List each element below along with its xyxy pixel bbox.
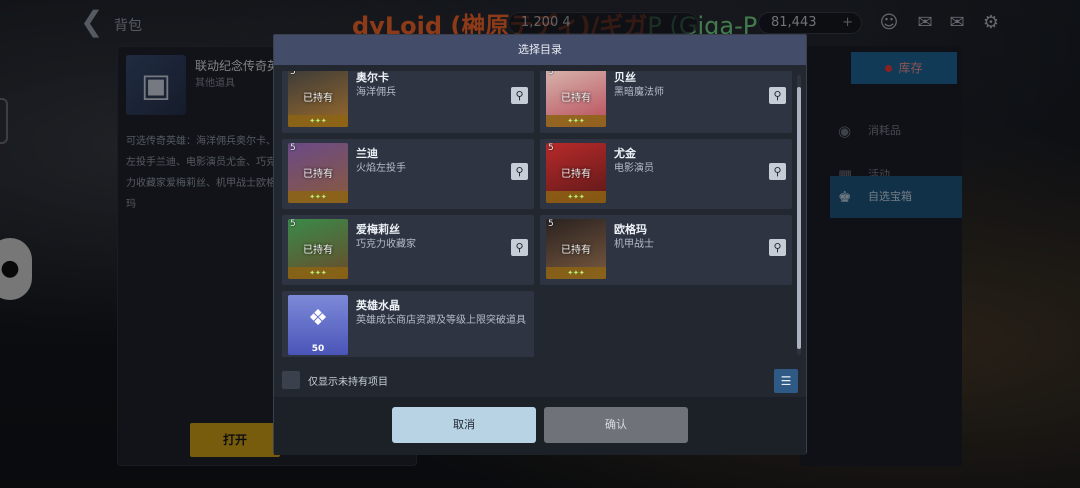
star-rating: ✦✦✦ — [288, 267, 348, 279]
magnifier-icon[interactable]: ⚲ — [769, 163, 786, 180]
star-rating: ✦✦✦ — [288, 115, 348, 127]
hero-option-list[interactable]: 5 已持有 ✦✦✦ 奥尔卡海洋佣兵 ⚲ 5 已持有 ✦✦✦ 贝丝黑暗魔法师 ⚲ 5 已持有 ✦✦✦ 兰迪火… — [282, 71, 792, 357]
crystal-description: 英雄成长商店资源及等级上限突破道具 — [356, 315, 526, 326]
star-level: 5 — [548, 71, 554, 77]
hero-portrait: 5 已持有 ✦✦✦ — [546, 143, 606, 203]
hero-portrait: 5 已持有 ✦✦✦ — [546, 71, 606, 127]
magnifier-icon[interactable]: ⚲ — [769, 239, 786, 256]
crystal-thumbnail: ❖ 50 — [288, 295, 348, 355]
dialog-title: 选择目录 — [274, 35, 806, 65]
select-dialog: 选择目录 5 已持有 ✦✦✦ 奥尔卡海洋佣兵 ⚲ 5 已持有 ✦✦✦ 贝丝黑暗魔法师 ⚲ 5 已持有 ✦… — [273, 34, 807, 455]
hero-option-card[interactable]: 5 已持有 ✦✦✦ 欧格玛机甲战士 ⚲ — [540, 215, 792, 285]
magnifier-icon[interactable]: ⚲ — [511, 163, 528, 180]
hero-title: 机甲战士 — [614, 239, 654, 250]
hero-title: 电影演员 — [614, 163, 654, 174]
hero-option-card[interactable]: 5 已持有 ✦✦✦ 贝丝黑暗魔法师 ⚲ — [540, 71, 792, 133]
hero-name: 爱梅莉丝 — [356, 223, 400, 236]
scrollbar-thumb[interactable] — [797, 87, 801, 349]
dialog-footer: 取消 确认 — [274, 397, 806, 455]
star-level: 5 — [290, 71, 296, 77]
hero-portrait: 5 已持有 ✦✦✦ — [546, 219, 606, 279]
hero-name: 兰迪 — [356, 147, 378, 160]
hero-option-card[interactable]: 5 已持有 ✦✦✦ 奥尔卡海洋佣兵 ⚲ — [282, 71, 534, 133]
hero-option-card[interactable]: 5 已持有 ✦✦✦ 尤金电影演员 ⚲ — [540, 139, 792, 209]
hero-portrait: 5 已持有 ✦✦✦ — [288, 219, 348, 279]
hero-crystal-card[interactable]: ❖ 50 英雄水晶英雄成长商店资源及等级上限突破道具 — [282, 291, 534, 357]
owned-label: 已持有 — [303, 93, 333, 104]
filter-row: 仅显示未持有项目 ☰ — [282, 369, 802, 393]
star-level: 5 — [290, 143, 296, 153]
star-rating: ✦✦✦ — [546, 115, 606, 127]
star-rating: ✦✦✦ — [546, 267, 606, 279]
hero-option-card[interactable]: 5 已持有 ✦✦✦ 爱梅莉丝巧克力收藏家 ⚲ — [282, 215, 534, 285]
star-rating: ✦✦✦ — [288, 191, 348, 203]
unowned-only-checkbox[interactable] — [282, 371, 300, 389]
cancel-button[interactable]: 取消 — [392, 407, 536, 443]
sliders-icon[interactable]: ☰ — [774, 369, 798, 393]
star-level: 5 — [548, 219, 554, 229]
hero-title: 黑暗魔法师 — [614, 87, 664, 98]
star-level: 5 — [548, 143, 554, 153]
list-scrollbar[interactable] — [797, 75, 801, 355]
hero-name: 贝丝 — [614, 71, 636, 84]
owned-label: 已持有 — [561, 245, 591, 256]
crystal-icon: ❖ — [308, 306, 328, 331]
owned-label: 已持有 — [303, 245, 333, 256]
magnifier-icon[interactable]: ⚲ — [511, 239, 528, 256]
star-rating: ✦✦✦ — [546, 191, 606, 203]
hero-name: 奥尔卡 — [356, 71, 389, 84]
owned-label: 已持有 — [561, 93, 591, 104]
hero-portrait: 5 已持有 ✦✦✦ — [288, 71, 348, 127]
crystal-name: 英雄水晶 — [356, 299, 400, 312]
crystal-quantity: 50 — [311, 344, 325, 354]
star-level: 5 — [290, 219, 296, 229]
owned-label: 已持有 — [561, 169, 591, 180]
magnifier-icon[interactable]: ⚲ — [511, 87, 528, 104]
unowned-only-label[interactable]: 仅显示未持有项目 — [308, 373, 388, 388]
hero-title: 巧克力收藏家 — [356, 239, 416, 250]
hero-title: 火焰左投手 — [356, 163, 406, 174]
hero-option-card[interactable]: 5 已持有 ✦✦✦ 兰迪火焰左投手 ⚲ — [282, 139, 534, 209]
hero-name: 欧格玛 — [614, 223, 647, 236]
confirm-button[interactable]: 确认 — [544, 407, 688, 443]
magnifier-icon[interactable]: ⚲ — [769, 87, 786, 104]
hero-name: 尤金 — [614, 147, 636, 160]
owned-label: 已持有 — [303, 169, 333, 180]
hero-portrait: 5 已持有 ✦✦✦ — [288, 143, 348, 203]
hero-title: 海洋佣兵 — [356, 87, 396, 98]
